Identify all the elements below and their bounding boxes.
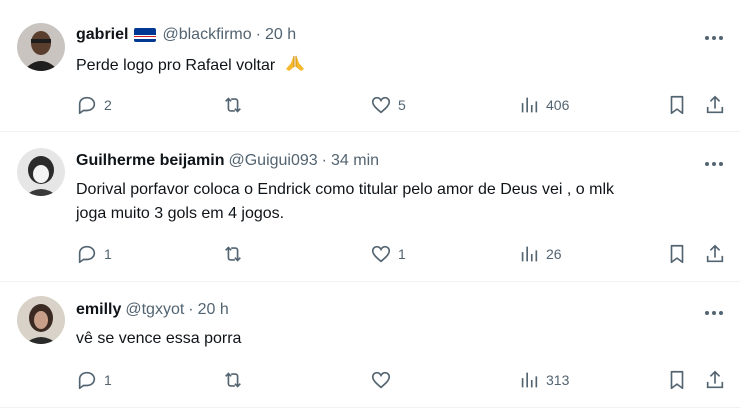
retweet-icon [225, 97, 241, 113]
view-count: 406 [546, 97, 570, 113]
tweet-actions: 1 313 [0, 368, 740, 392]
tweet-text: Dorival porfavor coloca o Endrick como t… [76, 178, 716, 226]
bookmark-button[interactable] [666, 368, 688, 392]
retweet-icon [225, 246, 241, 262]
bookmark-icon [670, 95, 684, 115]
like-button[interactable] [370, 368, 398, 392]
bar-chart-icon [521, 246, 538, 262]
like-button[interactable]: 5 [370, 93, 406, 117]
like-count: 5 [398, 97, 406, 113]
views-button[interactable]: 26 [518, 242, 562, 266]
like-button[interactable]: 1 [370, 242, 406, 266]
tweet-actions: 1 1 26 [0, 242, 740, 266]
heart-icon [371, 371, 391, 389]
view-count: 313 [546, 372, 570, 388]
display-name[interactable]: Guilherme beijamin [76, 152, 224, 170]
bookmark-button[interactable] [666, 93, 688, 117]
avatar[interactable] [17, 23, 65, 71]
retweet-icon [225, 372, 241, 388]
separator-dot: · [255, 26, 261, 43]
share-button[interactable] [704, 368, 726, 392]
display-name[interactable]: emilly [76, 301, 121, 319]
retweet-button[interactable] [222, 93, 250, 117]
reply-button[interactable]: 2 [76, 93, 112, 117]
tweet-actions: 2 5 406 [0, 93, 740, 117]
share-icon [706, 244, 724, 263]
avatar[interactable] [17, 296, 65, 344]
views-button[interactable]: 406 [518, 93, 569, 117]
timestamp[interactable]: 34 min [331, 152, 379, 170]
bar-chart-icon [521, 372, 538, 388]
heart-icon [371, 245, 391, 263]
share-button[interactable] [704, 242, 726, 266]
reply-button[interactable]: 1 [76, 368, 112, 392]
tweet-body-line: joga muito 3 gols em 4 jogos. [76, 205, 285, 222]
tweet-guilherme[interactable]: Guilherme beijamin @Guigui093 · 34 min D… [0, 132, 740, 282]
bookmark-icon [670, 244, 684, 264]
tweet-header: emilly @tgxyot · 20 h [76, 301, 229, 319]
bookmark-button[interactable] [666, 242, 688, 266]
reply-icon [78, 371, 96, 390]
tweet-text: vê se vence essa porra [76, 327, 716, 351]
bar-chart-icon [521, 97, 538, 113]
more-options-icon[interactable] [702, 303, 726, 323]
user-handle[interactable]: @blackfirmo [162, 26, 251, 44]
reply-count: 1 [104, 246, 112, 262]
tweet-header: Guilherme beijamin @Guigui093 · 34 min [76, 152, 379, 170]
bookmark-icon [670, 370, 684, 390]
reply-feed: gabriel @blackfirmo · 20 h Perde logo pr… [0, 0, 740, 416]
cape-verde-flag-icon [134, 28, 157, 42]
timestamp[interactable]: 20 h [198, 301, 229, 319]
more-options-icon[interactable] [702, 28, 726, 48]
views-button[interactable]: 313 [518, 368, 569, 392]
reply-button[interactable]: 1 [76, 242, 112, 266]
retweet-button[interactable] [222, 368, 250, 392]
heart-icon [371, 96, 391, 114]
tweet-emilly[interactable]: emilly @tgxyot · 20 h vê se vence essa p… [0, 282, 740, 408]
view-count: 26 [546, 246, 562, 262]
retweet-button[interactable] [222, 242, 250, 266]
tweet-body-line: Dorival porfavor coloca o Endrick como t… [76, 181, 614, 198]
more-options-icon[interactable] [702, 154, 726, 174]
share-icon [706, 370, 724, 389]
tweet-text: Perde logo pro Rafael voltar [76, 53, 716, 78]
display-name[interactable]: gabriel [76, 26, 128, 44]
avatar[interactable] [17, 148, 65, 196]
tweet-body: Perde logo pro Rafael voltar [76, 57, 276, 74]
separator-dot: · [321, 152, 327, 169]
user-handle[interactable]: @tgxyot [125, 301, 184, 319]
reply-icon [78, 96, 96, 115]
like-count: 1 [398, 246, 406, 262]
tweet-header: gabriel @blackfirmo · 20 h [76, 26, 296, 44]
timestamp[interactable]: 20 h [265, 26, 296, 44]
tweet-body: vê se vence essa porra [76, 330, 242, 347]
share-button[interactable] [704, 93, 726, 117]
reply-count: 1 [104, 372, 112, 388]
separator-dot: · [188, 301, 194, 318]
reply-count: 2 [104, 97, 112, 113]
tweet-gabriel[interactable]: gabriel @blackfirmo · 20 h Perde logo pr… [0, 8, 740, 132]
reply-icon [78, 245, 96, 264]
user-handle[interactable]: @Guigui093 [228, 152, 317, 170]
share-icon [706, 95, 724, 114]
folded-hands-icon [285, 55, 304, 71]
